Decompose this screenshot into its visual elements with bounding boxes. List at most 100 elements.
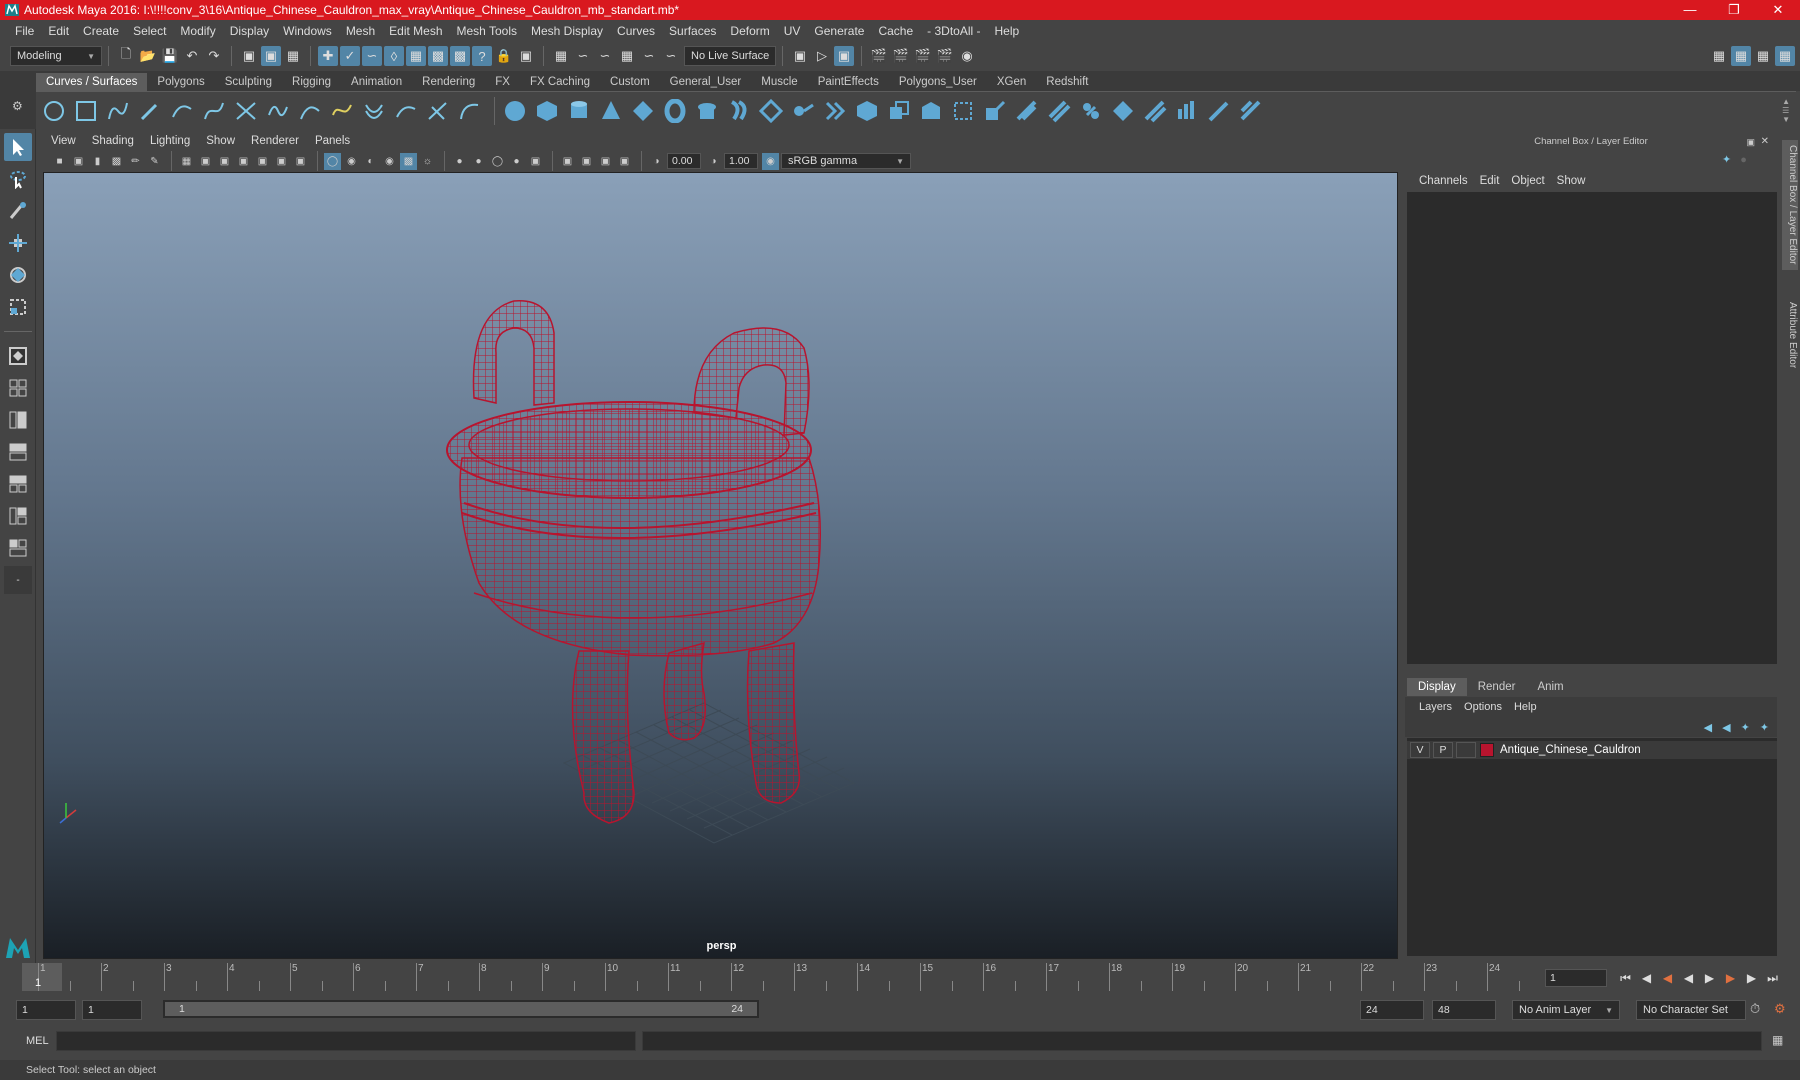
planar-icon[interactable] bbox=[757, 97, 785, 125]
rebuild-surfaces-icon[interactable] bbox=[1237, 97, 1265, 125]
live-surface-field[interactable]: No Live Surface bbox=[684, 46, 776, 66]
layer-playback-toggle[interactable]: P bbox=[1433, 742, 1453, 758]
channel-box-menu-edit[interactable]: Edit bbox=[1474, 175, 1506, 187]
menu-3dtoall[interactable]: - 3DtoAll - bbox=[920, 24, 987, 38]
revolve-icon[interactable] bbox=[693, 97, 721, 125]
snap-live-icon[interactable]: ∽ bbox=[639, 46, 659, 66]
gate-mask-icon[interactable]: ▣ bbox=[235, 153, 252, 170]
menu-deform[interactable]: Deform bbox=[723, 24, 776, 38]
ep-curve-icon[interactable] bbox=[168, 97, 196, 125]
project-curve-icon[interactable] bbox=[981, 97, 1009, 125]
select-component-icon[interactable]: ▦ bbox=[283, 46, 303, 66]
grease-pencil-icon[interactable]: ✎ bbox=[146, 153, 163, 170]
help-bubble-icon[interactable]: ● bbox=[1740, 154, 1747, 166]
maximize-button[interactable]: ❐ bbox=[1712, 0, 1756, 20]
layer-tab-render[interactable]: Render bbox=[1467, 678, 1527, 696]
attach-surfaces-icon[interactable] bbox=[1109, 97, 1137, 125]
insert-knot-icon[interactable] bbox=[296, 97, 324, 125]
toolbox-collapse-icon[interactable]: - bbox=[4, 566, 32, 594]
script-editor-icon[interactable]: ▦ bbox=[1772, 1033, 1783, 1047]
four-view-icon[interactable] bbox=[4, 374, 32, 402]
nurbs-plane-icon[interactable] bbox=[629, 97, 657, 125]
anim-layer-dropdown[interactable]: No Anim Layer ▼ bbox=[1512, 1000, 1620, 1020]
character-set-dropdown[interactable]: No Character Set bbox=[1636, 1000, 1746, 1020]
auto-key-icon[interactable]: ⏱ bbox=[1750, 1001, 1760, 1017]
shelf-tab-fx[interactable]: FX bbox=[485, 73, 520, 91]
mask-dynamics-icon[interactable]: ▩ bbox=[450, 46, 470, 66]
bezier-curve-icon[interactable] bbox=[200, 97, 228, 125]
playback-start-field[interactable]: 1 bbox=[82, 1000, 142, 1020]
menu-modify[interactable]: Modify bbox=[173, 24, 222, 38]
render-frame-icon[interactable]: 🎬 bbox=[869, 46, 889, 66]
shelf-tab-curves-surfaces[interactable]: Curves / Surfaces bbox=[36, 73, 148, 91]
shelf-tab-rendering[interactable]: Rendering bbox=[412, 73, 485, 91]
smooth-shade-icon[interactable]: ◉ bbox=[343, 153, 360, 170]
shelf-tab-polygons[interactable]: Polygons bbox=[147, 73, 214, 91]
boundary-icon[interactable] bbox=[853, 97, 881, 125]
menu-surfaces[interactable]: Surfaces bbox=[662, 24, 723, 38]
mask-handles-icon[interactable]: ✓ bbox=[340, 46, 360, 66]
mask-deformations-icon[interactable]: ▩ bbox=[428, 46, 448, 66]
wireframe-on-shaded-icon[interactable]: ◐ bbox=[362, 153, 379, 170]
key-selected-icon[interactable]: ✦ bbox=[1722, 154, 1731, 166]
grid-toggle-icon[interactable]: ▦ bbox=[178, 153, 195, 170]
range-handle[interactable]: 1 24 bbox=[165, 1002, 757, 1016]
panel-menu-renderer[interactable]: Renderer bbox=[243, 135, 307, 147]
fillet-curve-icon[interactable] bbox=[456, 97, 484, 125]
shelf-scroll-up-icon[interactable]: ▲ bbox=[1782, 97, 1790, 106]
menu-uv[interactable]: UV bbox=[777, 24, 808, 38]
safe-action-icon[interactable]: ▣ bbox=[273, 153, 290, 170]
multisample-aa-icon[interactable]: ◯ bbox=[489, 153, 506, 170]
pencil-curve-icon[interactable] bbox=[136, 97, 164, 125]
time-slider[interactable]: 1 2 3 4 5 6 7 8 9 10 11 12 13 14 15 16 17 18 19 20 21 22 23 24 … bbox=[18, 963, 1540, 993]
construction-history-icon[interactable]: ▷ bbox=[812, 46, 832, 66]
menu-set-dropdown[interactable]: Modeling ▼ bbox=[10, 46, 102, 66]
motion-blur-icon[interactable]: ● bbox=[470, 153, 487, 170]
animation-preferences-icon[interactable]: ⚙ bbox=[1774, 1001, 1786, 1017]
paint-select-icon[interactable] bbox=[4, 197, 32, 225]
scale-tool-icon[interactable] bbox=[4, 293, 32, 321]
lasso-tool-icon[interactable] bbox=[4, 165, 32, 193]
shelf-tab-fx-caching[interactable]: FX Caching bbox=[520, 73, 600, 91]
screen-space-ao-icon[interactable]: ● bbox=[451, 153, 468, 170]
gamma-field[interactable]: 1.00 bbox=[724, 153, 758, 169]
mask-surfaces-icon[interactable]: ▦ bbox=[406, 46, 426, 66]
layer-tab-anim[interactable]: Anim bbox=[1526, 678, 1574, 696]
channel-box-menu-object[interactable]: Object bbox=[1505, 175, 1550, 187]
select-tool-icon[interactable] bbox=[4, 133, 32, 161]
menu-curves[interactable]: Curves bbox=[610, 24, 662, 38]
layer-menu-help[interactable]: Help bbox=[1508, 701, 1543, 713]
color-management-icon[interactable]: ◉ bbox=[762, 152, 779, 170]
panel-menu-show[interactable]: Show bbox=[198, 135, 243, 147]
shelf-menu-icon[interactable]: ☰ bbox=[1782, 106, 1790, 115]
start-time-field[interactable]: 1 bbox=[16, 1000, 76, 1020]
end-time-field[interactable]: 48 bbox=[1432, 1000, 1496, 1020]
input-output-icon[interactable]: ▣ bbox=[790, 46, 810, 66]
channel-box-area[interactable] bbox=[1407, 192, 1777, 664]
single-perspective-view-icon[interactable] bbox=[4, 342, 32, 370]
menu-mesh[interactable]: Mesh bbox=[339, 24, 382, 38]
step-forward-key-icon[interactable]: ▶ bbox=[1741, 971, 1762, 985]
offset-curve-icon[interactable] bbox=[360, 97, 388, 125]
shelf-settings-icon[interactable]: ⚙ bbox=[12, 99, 23, 113]
rotate-tool-icon[interactable] bbox=[4, 261, 32, 289]
go-to-start-icon[interactable]: ⏮ bbox=[1615, 971, 1636, 986]
layer-color-swatch[interactable] bbox=[1480, 743, 1494, 757]
textured-icon[interactable]: ◉ bbox=[381, 153, 398, 170]
nurbs-torus-icon[interactable] bbox=[661, 97, 689, 125]
tab-attribute-editor[interactable]: Attribute Editor bbox=[1782, 290, 1798, 380]
persp-outliner-view-icon[interactable] bbox=[4, 406, 32, 434]
open-scene-icon[interactable]: 📂 bbox=[138, 46, 158, 66]
layer-display-type-toggle[interactable] bbox=[1456, 742, 1476, 758]
camera-attributes-icon[interactable]: ▣ bbox=[70, 153, 87, 170]
mask-all-icon[interactable]: ✚ bbox=[318, 46, 338, 66]
backface-culling-icon[interactable]: ▣ bbox=[616, 153, 633, 170]
nurbs-cube-icon[interactable] bbox=[533, 97, 561, 125]
menu-select[interactable]: Select bbox=[126, 24, 173, 38]
go-to-end-icon[interactable]: ⏭ bbox=[1762, 971, 1783, 986]
trim-tool-icon[interactable] bbox=[1045, 97, 1073, 125]
panel-menu-view[interactable]: View bbox=[43, 135, 84, 147]
attribute-editor-toggle-icon[interactable]: ▦ bbox=[1753, 46, 1773, 66]
menu-help[interactable]: Help bbox=[988, 24, 1027, 38]
detach-curves-icon[interactable] bbox=[264, 97, 292, 125]
